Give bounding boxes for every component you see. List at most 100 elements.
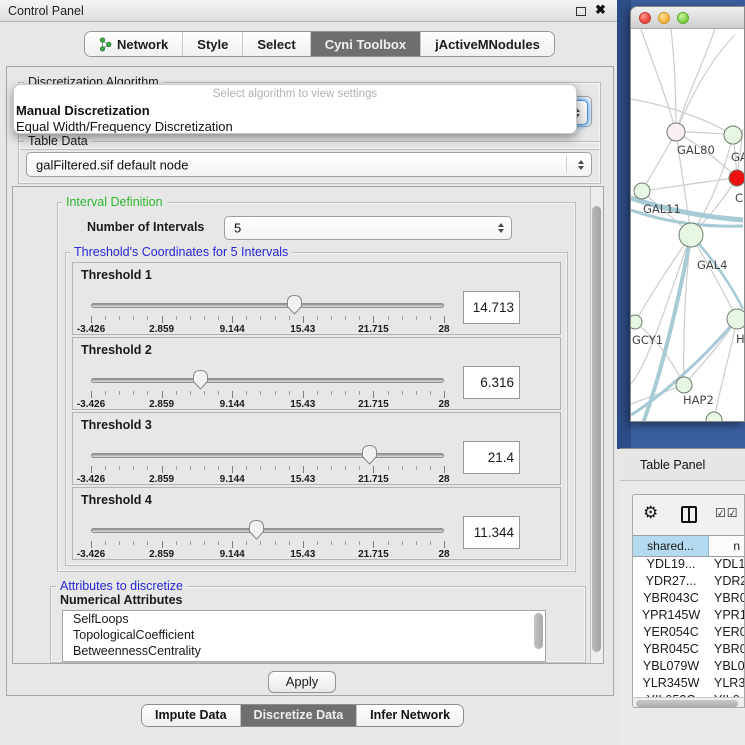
tick-mark bbox=[147, 541, 148, 545]
tab-network[interactable]: Network bbox=[85, 32, 182, 56]
close-icon[interactable]: ✖ bbox=[595, 2, 606, 18]
tab-jactivemnodules[interactable]: jActiveMNodules bbox=[420, 32, 554, 56]
tab-select[interactable]: Select bbox=[242, 32, 309, 56]
tick-mark bbox=[119, 391, 120, 395]
attribute-item-topologicalcoefficient[interactable]: TopologicalCoefficient bbox=[63, 627, 545, 643]
network-view-window[interactable]: GAL80GACGAL11GAL4GCY1HHAP2 bbox=[630, 6, 745, 422]
tick-mark bbox=[416, 391, 417, 395]
number-of-intervals-label: Number of Intervals bbox=[87, 220, 204, 234]
gear-icon[interactable]: ⚙ bbox=[643, 503, 658, 523]
tick-mark bbox=[289, 466, 290, 470]
tick-label: 2.859 bbox=[149, 549, 174, 560]
horizontal-scrollbar-track[interactable] bbox=[633, 697, 744, 708]
network-window-titlebar[interactable] bbox=[631, 7, 744, 29]
spinner-arrows-icon bbox=[578, 160, 584, 170]
table-toolbar: ⚙ ☑☑ bbox=[633, 495, 744, 535]
network-node[interactable] bbox=[724, 126, 742, 144]
slider-thumb[interactable] bbox=[248, 519, 265, 540]
table-data-combobox[interactable]: galFiltered.sif default node bbox=[26, 152, 592, 177]
tab-label: Select bbox=[257, 37, 295, 52]
threshold-slider[interactable]: -3.4262.8599.14415.4321.71528 bbox=[91, 519, 444, 559]
minimize-traffic-light-icon[interactable] bbox=[658, 12, 670, 24]
number-of-intervals-combobox[interactable]: 5 bbox=[224, 216, 512, 240]
threshold-value-field[interactable]: 14.713 bbox=[463, 291, 520, 324]
threshold-value-field[interactable]: 6.316 bbox=[463, 366, 520, 399]
network-node[interactable] bbox=[727, 309, 745, 329]
close-traffic-light-icon[interactable] bbox=[639, 12, 651, 24]
cell-name: YDL1 bbox=[709, 557, 744, 574]
table-row[interactable]: YDR27...YDR2 bbox=[633, 574, 744, 591]
table-row[interactable]: YDL19...YDL1 bbox=[633, 557, 744, 574]
tick-mark bbox=[430, 541, 431, 545]
list-scrollbar-thumb[interactable] bbox=[534, 613, 543, 649]
threshold-slider[interactable]: -3.4262.8599.14415.4321.71528 bbox=[91, 294, 444, 334]
cell-name: YDR2 bbox=[709, 574, 744, 591]
tab-discretize-data[interactable]: Discretize Data bbox=[240, 705, 357, 726]
tick-label: 28 bbox=[438, 399, 449, 410]
attribute-item-betweennesscentrality[interactable]: BetweennessCentrality bbox=[63, 643, 545, 659]
network-graph[interactable]: GAL80GACGAL11GAL4GCY1HHAP2 bbox=[631, 29, 745, 422]
network-node[interactable] bbox=[729, 170, 745, 186]
slider-thumb[interactable] bbox=[286, 294, 303, 315]
tick-mark bbox=[119, 316, 120, 320]
tick-label: 15.43 bbox=[290, 474, 315, 485]
tick-mark bbox=[105, 316, 106, 320]
column-header-name[interactable]: n bbox=[709, 536, 744, 556]
cell-name: YBL0 bbox=[709, 659, 744, 676]
network-node[interactable] bbox=[706, 412, 722, 422]
tab-cyni-toolbox[interactable]: Cyni Toolbox bbox=[310, 32, 420, 56]
network-node[interactable] bbox=[679, 223, 703, 247]
apply-button[interactable]: Apply bbox=[268, 671, 336, 693]
checkbox-icons[interactable]: ☑☑ bbox=[715, 506, 739, 520]
slider-track bbox=[91, 378, 444, 383]
slider-track bbox=[91, 528, 444, 533]
slider-ticks: -3.4262.8599.14415.4321.71528 bbox=[91, 316, 444, 334]
tick-label: 2.859 bbox=[149, 324, 174, 335]
tick-mark bbox=[359, 316, 360, 320]
threshold-value-field[interactable]: 11.344 bbox=[463, 516, 520, 549]
attributes-group-label: Attributes to discretize bbox=[56, 579, 187, 593]
horizontal-scrollbar-thumb[interactable] bbox=[636, 700, 738, 707]
tick-mark bbox=[359, 541, 360, 545]
table-row[interactable]: YBR043CYBR0 bbox=[633, 591, 744, 608]
tick-mark bbox=[373, 541, 374, 548]
table-row[interactable]: YBR045CYBR0 bbox=[633, 642, 744, 659]
network-node[interactable] bbox=[634, 183, 650, 199]
tick-mark bbox=[133, 541, 134, 545]
network-node-label: C bbox=[735, 191, 743, 205]
vertical-scrollbar-thumb[interactable] bbox=[592, 206, 601, 652]
algorithm-option-equal-width-frequency-discretization[interactable]: Equal Width/Frequency Discretization bbox=[14, 118, 576, 134]
tab-impute-data[interactable]: Impute Data bbox=[142, 705, 240, 726]
table-row[interactable]: YLR345WYLR3 bbox=[633, 676, 744, 693]
network-node[interactable] bbox=[667, 123, 685, 141]
table-row[interactable]: YBL079WYBL0 bbox=[633, 659, 744, 676]
tab-label: Network bbox=[117, 37, 168, 52]
attribute-item-selfloops[interactable]: SelfLoops bbox=[63, 611, 545, 627]
tab-infer-network[interactable]: Infer Network bbox=[356, 705, 463, 726]
slider-thumb[interactable] bbox=[192, 369, 209, 390]
tick-mark bbox=[119, 541, 120, 545]
tick-mark bbox=[218, 316, 219, 320]
zoom-traffic-light-icon[interactable] bbox=[677, 12, 689, 24]
table-row[interactable]: YPR145WYPR1 bbox=[633, 608, 744, 625]
slider-thumb[interactable] bbox=[361, 444, 378, 465]
column-header-shared-name[interactable]: shared... bbox=[633, 536, 709, 556]
algorithm-option-manual-discretization[interactable]: Manual Discretization bbox=[14, 102, 576, 118]
tick-label: 2.859 bbox=[149, 399, 174, 410]
threshold-slider[interactable]: -3.4262.8599.14415.4321.71528 bbox=[91, 444, 444, 484]
tick-mark bbox=[275, 391, 276, 395]
threshold-value-field[interactable]: 21.4 bbox=[463, 441, 520, 474]
float-window-icon[interactable] bbox=[576, 7, 586, 16]
columns-icon[interactable] bbox=[681, 506, 697, 523]
network-node[interactable] bbox=[676, 377, 692, 393]
algorithm-placeholder-option[interactable]: Select algorithm to view settings bbox=[14, 85, 576, 102]
network-canvas[interactable]: GAL80GACGAL11GAL4GCY1HHAP2 bbox=[631, 29, 745, 422]
table-row[interactable]: YER054CYER0 bbox=[633, 625, 744, 642]
tab-style[interactable]: Style bbox=[182, 32, 242, 56]
tick-label: 28 bbox=[438, 474, 449, 485]
tick-mark bbox=[162, 316, 163, 323]
network-node[interactable] bbox=[631, 315, 642, 329]
network-edge bbox=[676, 35, 735, 132]
numerical-attributes-list[interactable]: SelfLoopsTopologicalCoefficientBetweenne… bbox=[62, 610, 546, 662]
threshold-slider[interactable]: -3.4262.8599.14415.4321.71528 bbox=[91, 369, 444, 409]
